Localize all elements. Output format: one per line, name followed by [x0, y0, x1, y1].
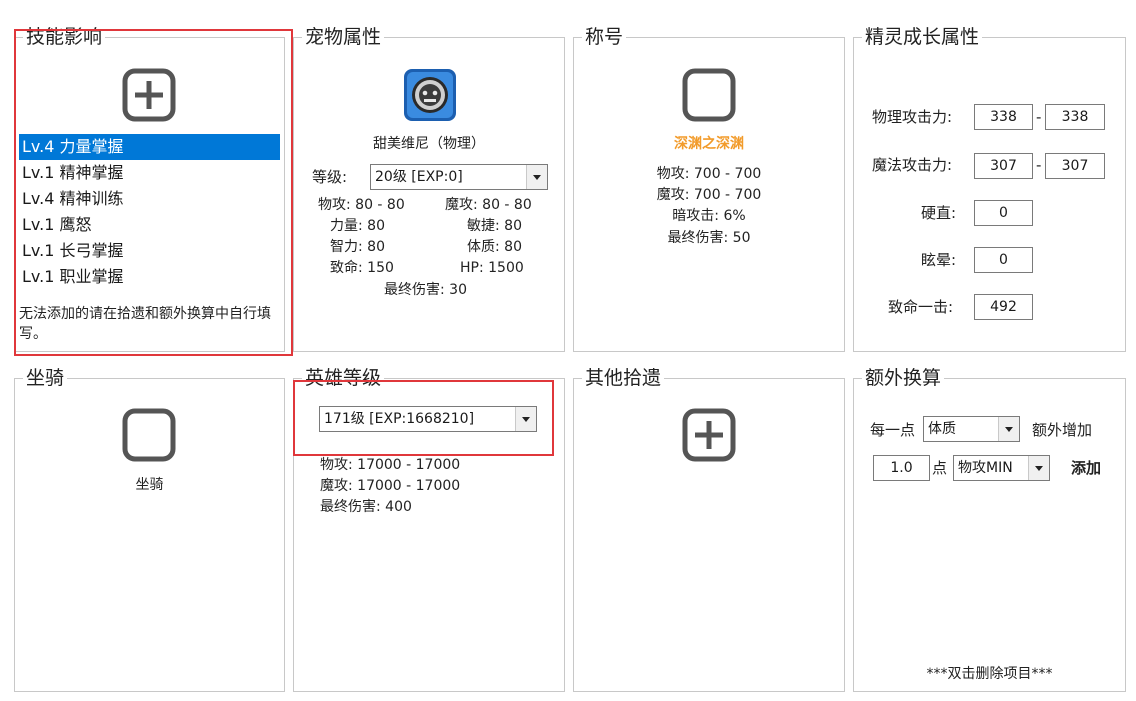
spirit-stun-field[interactable]: 0 [974, 247, 1033, 273]
spirit-phys-max-field[interactable]: 338 [1045, 104, 1105, 130]
title-panel-title: 称号 [582, 26, 627, 48]
pet-stat-hp: HP: 1500 [460, 260, 524, 276]
spirit-phys-min-field[interactable]: 338 [974, 104, 1033, 130]
spirit-crit-field[interactable]: 492 [974, 294, 1033, 320]
add-other-icon[interactable] [682, 408, 736, 462]
extra-stat-value: 体质 [928, 421, 956, 437]
mount-name: 坐骑 [135, 477, 164, 493]
extra-per-label: 每一点 [870, 421, 916, 439]
extra-footer-hint: ***双击删除项目*** [926, 666, 1053, 682]
spirit-phys-dash: - [1036, 108, 1042, 126]
chevron-down-icon[interactable] [526, 165, 547, 189]
spirit-stun-label: 眩晕: [921, 251, 957, 269]
spirit-stiff-label: 硬直: [921, 204, 957, 222]
spirit-title: 精灵成长属性 [862, 26, 983, 48]
pet-title: 宠物属性 [302, 26, 385, 48]
other-title: 其他拾遗 [582, 367, 665, 389]
title-line: 最终伤害: 50 [667, 230, 751, 246]
extra-amount-field[interactable]: 1.0 [873, 455, 930, 481]
pet-stat-final: 最终伤害: 30 [384, 282, 467, 298]
pet-name: 甜美维尼（物理） [373, 136, 485, 152]
hero-highlight-frame [293, 380, 554, 456]
title-line: 暗攻击: 6% [672, 208, 746, 224]
extra-target-value: 物攻MIN [958, 460, 1013, 476]
extra-point-label: 点 [932, 459, 948, 477]
spirit-crit-label: 致命一击: [888, 298, 954, 316]
spirit-phys-label: 物理攻击力: [872, 108, 953, 126]
spirit-mag-min-field[interactable]: 307 [974, 153, 1033, 179]
hero-line: 魔攻: 17000 - 17000 [320, 478, 461, 494]
spirit-mag-dash: - [1036, 156, 1042, 174]
title-name: 深渊之深渊 [674, 136, 744, 152]
pet-stat-int: 智力: 80 [330, 239, 385, 255]
title-line: 物攻: 700 - 700 [656, 166, 762, 182]
mount-slot-icon[interactable] [122, 408, 176, 462]
hero-line: 物攻: 17000 - 17000 [320, 457, 461, 473]
extra-add-button[interactable]: 添加 [1071, 455, 1101, 481]
spirit-stiff-field[interactable]: 0 [974, 200, 1033, 226]
spirit-mag-max-field[interactable]: 307 [1045, 153, 1105, 179]
extra-increase-label: 额外增加 [1032, 421, 1093, 439]
pet-level-value: 20级 [EXP:0] [375, 169, 463, 185]
pet-stat-agi: 敏捷: 80 [467, 218, 522, 234]
pet-stat-crit: 致命: 150 [330, 260, 394, 276]
title-slot-icon[interactable] [682, 68, 736, 122]
pet-stat-con: 体质: 80 [467, 239, 522, 255]
pet-level-select[interactable]: 20级 [EXP:0] [370, 164, 548, 190]
pet-stat-str: 力量: 80 [330, 218, 385, 234]
extra-title: 额外换算 [862, 367, 945, 389]
pet-stat-mag-atk: 魔攻: 80 - 80 [445, 197, 532, 213]
spirit-mag-label: 魔法攻击力: [872, 156, 953, 174]
mount-title: 坐骑 [23, 367, 68, 389]
pet-level-label: 等级: [312, 168, 348, 186]
chevron-down-icon[interactable] [1028, 456, 1049, 480]
chevron-down-icon[interactable] [998, 417, 1019, 441]
pet-stat-phys-atk: 物攻: 80 - 80 [318, 197, 405, 213]
skills-highlight-frame [14, 29, 293, 356]
extra-target-select[interactable]: 物攻MIN [953, 455, 1050, 481]
extra-stat-select[interactable]: 体质 [923, 416, 1020, 442]
hero-line: 最终伤害: 400 [320, 499, 412, 515]
title-line: 魔攻: 700 - 700 [656, 187, 762, 203]
pet-avatar-icon[interactable] [403, 68, 457, 122]
